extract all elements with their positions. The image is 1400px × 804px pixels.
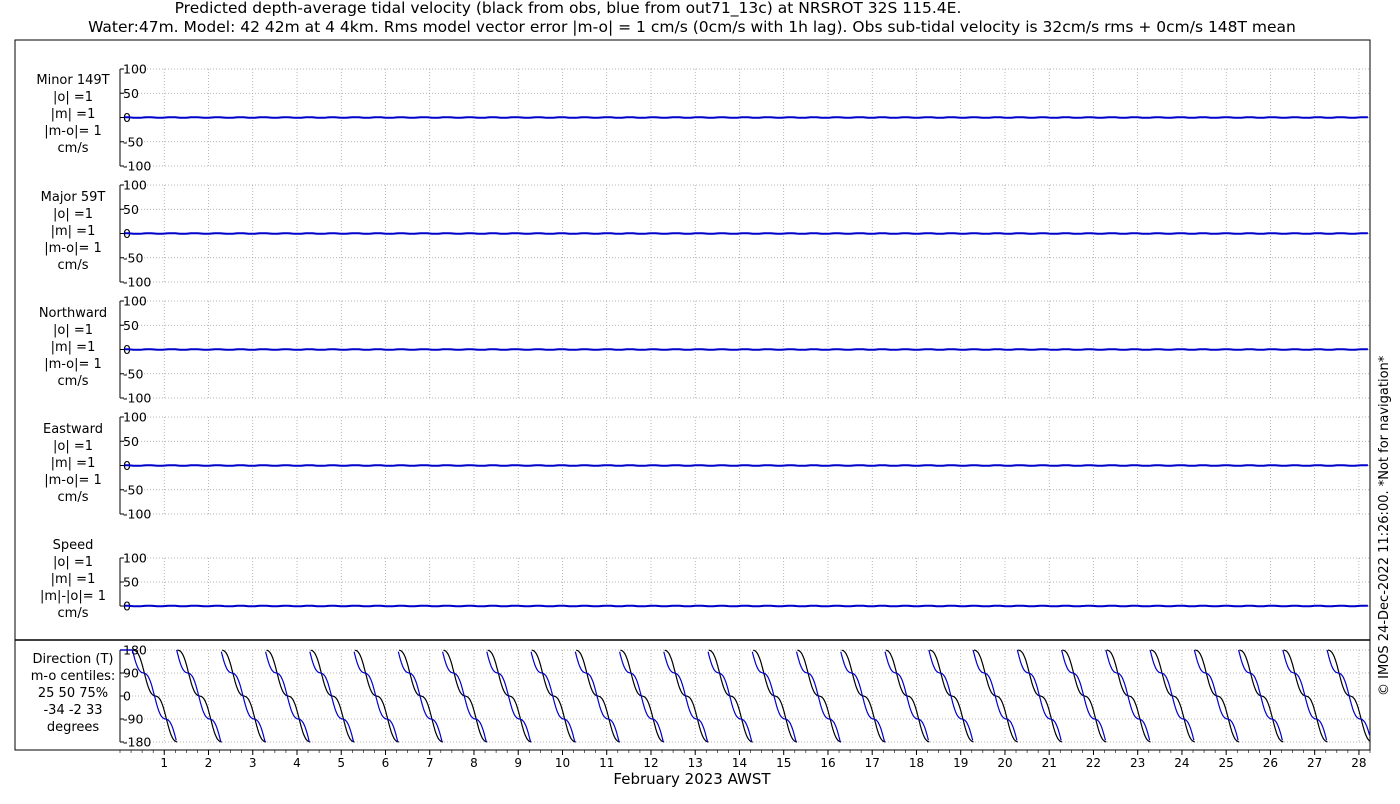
panel-6: 180900-90-180Direction (T)m-o centiles:2… bbox=[31, 643, 1371, 750]
x-axis: 1 2 3 4 5 6 7 8 9 10 11 12 13 14 15 16 17 18 19 20 21 22 23 24 2… bbox=[119, 749, 1371, 770]
panel-label-line: 25 50 75% bbox=[38, 686, 108, 701]
x-tick-label: 21 bbox=[1042, 756, 1057, 770]
y-tick-label: -50 bbox=[123, 134, 143, 149]
x-tick-label: 25 bbox=[1219, 756, 1234, 770]
x-tick-label: 18 bbox=[909, 756, 924, 770]
panel-5: 100500Speed|o| =1|m| =1|m|-|o|= 1cm/s bbox=[40, 538, 1370, 621]
y-tick-label: 100 bbox=[123, 178, 147, 193]
panel-label-line: |m-o|= 1 bbox=[44, 357, 102, 372]
y-tick-label: 90 bbox=[123, 666, 139, 681]
x-tick-label: 4 bbox=[293, 756, 301, 770]
x-tick-label: 10 bbox=[555, 756, 570, 770]
panel-3: 100500-50-100Northward|o| =1|m| =1|m-o|=… bbox=[39, 294, 1370, 406]
panel-label-line: cm/s bbox=[58, 606, 89, 621]
panel-1: 100500-50-100Minor 149T|o| =1|m| =1|m-o|… bbox=[36, 62, 1370, 174]
y-tick-label: -180 bbox=[123, 735, 151, 750]
x-tick-label: 28 bbox=[1351, 756, 1366, 770]
y-tick-label: 50 bbox=[123, 434, 139, 449]
y-tick-label: -50 bbox=[123, 366, 143, 381]
panel-label-line: cm/s bbox=[58, 374, 89, 389]
panel-label-line: Direction (T) bbox=[33, 652, 114, 667]
x-tick-label: 6 bbox=[382, 756, 390, 770]
panel-label-line: |o| =1 bbox=[53, 207, 93, 222]
panel-label-line: cm/s bbox=[58, 258, 89, 273]
x-tick-label: 12 bbox=[643, 756, 658, 770]
y-tick-label: 0 bbox=[123, 689, 131, 704]
panel-label-line: |o| =1 bbox=[53, 323, 93, 338]
panel-label-line: Speed bbox=[53, 538, 94, 553]
x-tick-label: 15 bbox=[776, 756, 791, 770]
panel-label-line: |m| =1 bbox=[51, 572, 96, 587]
model-series-line bbox=[124, 232, 1368, 235]
x-tick-label: 16 bbox=[820, 756, 835, 770]
x-tick-label: 11 bbox=[599, 756, 614, 770]
y-tick-label: 50 bbox=[123, 575, 139, 590]
panel-label-line: Major 59T bbox=[41, 190, 106, 205]
model-series-line bbox=[124, 464, 1368, 467]
x-tick-label: 27 bbox=[1307, 756, 1322, 770]
panel-label-line: m-o centiles: bbox=[31, 669, 116, 684]
model-series-line bbox=[124, 604, 1368, 608]
x-tick-label: 1 bbox=[160, 756, 168, 770]
panel-label-line: |o| =1 bbox=[53, 439, 93, 454]
y-tick-label: 100 bbox=[123, 62, 147, 77]
x-tick-label: 5 bbox=[337, 756, 345, 770]
panel-label-line: |o| =1 bbox=[53, 90, 93, 105]
model-series-line bbox=[124, 116, 1368, 119]
panel-2: 100500-50-100Major 59T|o| =1|m| =1|m-o|=… bbox=[41, 178, 1370, 290]
x-tick-label: 20 bbox=[997, 756, 1012, 770]
credit-note: © IMOS 24-Dec-2022 11:26:00. *Not for na… bbox=[1377, 355, 1392, 696]
chart-title: Predicted depth-average tidal velocity (… bbox=[175, 0, 962, 18]
y-tick-label: 50 bbox=[123, 86, 139, 101]
panel-label-line: |m-o|= 1 bbox=[44, 124, 102, 139]
x-tick-label: 2 bbox=[205, 756, 213, 770]
y-tick-label: -100 bbox=[123, 391, 151, 406]
panel-label-line: |m| =1 bbox=[51, 340, 96, 355]
panel-label-line: |m| =1 bbox=[51, 224, 96, 239]
x-tick-label: 19 bbox=[953, 756, 968, 770]
x-tick-label: 3 bbox=[249, 756, 257, 770]
y-tick-label: -100 bbox=[123, 507, 151, 522]
x-tick-label: 13 bbox=[688, 756, 703, 770]
panel-label-line: |m-o|= 1 bbox=[44, 241, 102, 256]
x-tick-label: 8 bbox=[470, 756, 478, 770]
panel-label-line: -34 -2 33 bbox=[43, 703, 102, 718]
x-tick-label: 24 bbox=[1174, 756, 1189, 770]
x-axis-label: February 2023 AWST bbox=[613, 770, 771, 788]
panel-label-line: cm/s bbox=[58, 490, 89, 505]
panel-label-line: |m| =1 bbox=[51, 107, 96, 122]
x-tick-label: 7 bbox=[426, 756, 434, 770]
y-tick-label: -50 bbox=[123, 482, 143, 497]
y-tick-label: 50 bbox=[123, 202, 139, 217]
y-tick-label: -90 bbox=[123, 712, 143, 727]
panel-label-line: degrees bbox=[47, 720, 100, 735]
y-tick-label: 100 bbox=[123, 551, 147, 566]
model-series-line bbox=[124, 348, 1368, 351]
panels: 100 50 0 -50 -100 Minor 149T |o| =1 |m| =1 |m-o|… bbox=[15, 62, 1371, 750]
panel-label-line: Eastward bbox=[43, 422, 103, 437]
panel-label-line: |m| =1 bbox=[51, 456, 96, 471]
y-tick-label: -100 bbox=[123, 159, 151, 174]
panel-label-line: cm/s bbox=[58, 141, 89, 156]
panel-label-line: |m|-|o|= 1 bbox=[40, 589, 106, 604]
panel-label-line: |m-o|= 1 bbox=[44, 473, 102, 488]
panel-4: 100500-50-100Eastward|o| =1|m| =1|m-o|= … bbox=[43, 410, 1370, 522]
x-tick-label: 17 bbox=[865, 756, 880, 770]
x-tick-label: 22 bbox=[1086, 756, 1101, 770]
tidal-velocity-figure: Predicted depth-average tidal velocity (… bbox=[14, 0, 1392, 788]
y-tick-label: -50 bbox=[123, 250, 143, 265]
chart-subtitle: Water:47m. Model: 42 42m at 4 4km. Rms m… bbox=[88, 18, 1296, 36]
y-tick-label: 100 bbox=[123, 294, 147, 309]
y-tick-label: -100 bbox=[123, 275, 151, 290]
panel-label-line: Northward bbox=[39, 306, 107, 321]
x-tick-label: 14 bbox=[732, 756, 747, 770]
figure-frame bbox=[14, 39, 1371, 751]
x-tick-label: 23 bbox=[1130, 756, 1145, 770]
y-tick-label: 50 bbox=[123, 318, 139, 333]
panel-label-line: |o| =1 bbox=[53, 555, 93, 570]
x-tick-label: 26 bbox=[1263, 756, 1278, 770]
x-tick-label: 9 bbox=[514, 756, 522, 770]
panel-label-line: Minor 149T bbox=[36, 73, 109, 88]
y-tick-label: 100 bbox=[123, 410, 147, 425]
